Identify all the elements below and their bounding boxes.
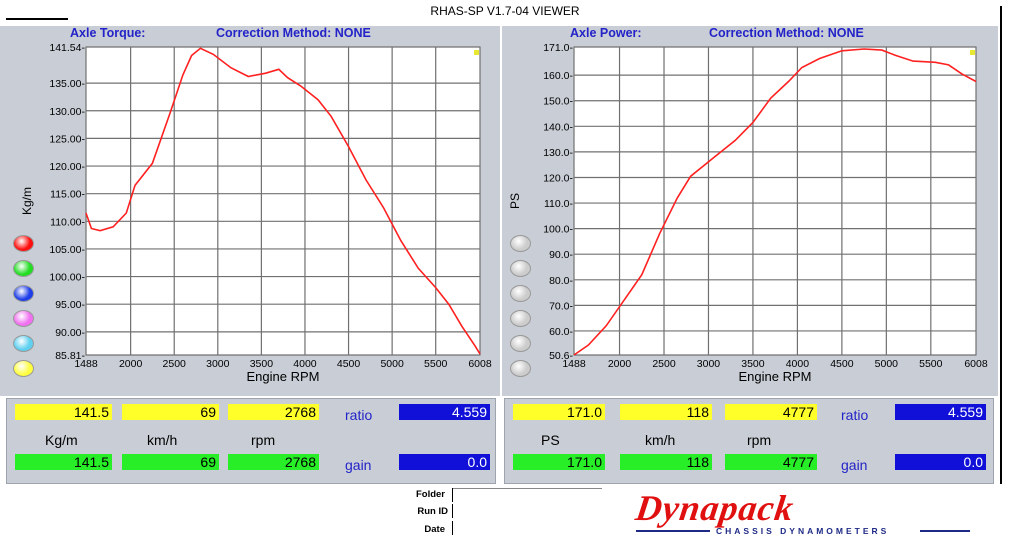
torque-series-toggle[interactable] (13, 260, 34, 277)
torque-series-toggle[interactable] (13, 360, 34, 377)
power-series-toggle[interactable] (510, 360, 531, 377)
rpm-value-bottom: 2768 (228, 454, 319, 470)
power-value-bottom: 171.0 (513, 454, 605, 470)
power-y-tick-label: 130.0- (543, 147, 573, 159)
speed-unit-label: km/h (147, 432, 178, 448)
date-field (452, 521, 453, 535)
rpm-value-top: 2768 (228, 404, 319, 420)
folder-field (452, 488, 453, 502)
power-series-toggle[interactable] (510, 260, 531, 277)
torque-series-toggle[interactable] (13, 335, 34, 352)
power-corner-marker (970, 50, 975, 55)
metadata-rule (452, 488, 602, 489)
power-series-toggle[interactable] (510, 285, 531, 302)
power-gain-value: 0.0 (895, 454, 986, 470)
power-y-tick-label: 60.0- (549, 326, 573, 338)
power-ratio-value: 4.559 (895, 404, 986, 420)
power-series-toggle[interactable] (510, 235, 531, 252)
torque-series-toggle[interactable] (13, 235, 34, 252)
power-x-axis-label: Engine RPM (739, 369, 812, 384)
power-y-tick-label: 171.0- (543, 42, 573, 54)
power-y-axis-label: PS (508, 193, 522, 209)
power-speed-value-bottom: 118 (620, 454, 712, 470)
folder-label: Folder (415, 489, 445, 500)
power-y-tick-label: 110.0- (544, 198, 573, 210)
power-series-toggle[interactable] (510, 310, 531, 327)
power-x-tick-label: 5500 (919, 358, 943, 370)
ratio-label: ratio (345, 407, 373, 423)
gain-label: gain (345, 457, 372, 473)
power-readout-panel: 171.0 118 4777 ratio 4.559 PS km/h rpm 1… (504, 398, 994, 484)
power-y-tick-label: 160.0- (543, 70, 573, 82)
torque-readout-panel: 141.5 69 2768 ratio 4.559 Kg/m km/h rpm … (6, 398, 496, 484)
power-unit-label: PS (541, 432, 560, 448)
power-x-tick-label: 3000 (697, 358, 721, 370)
date-label: Date (424, 524, 445, 535)
speed-value-bottom: 69 (122, 454, 219, 470)
power-chart: 1488 2000 2500 3000 3500 4000 4500 5000 5500 6008… (508, 42, 988, 384)
power-y-tick-label: 120.0- (543, 172, 573, 184)
power-value-top: 171.0 (513, 404, 605, 420)
window-border (1000, 6, 1002, 484)
power-rpm-value-bottom: 4777 (725, 454, 817, 470)
power-y-tick-label: 150.0- (543, 96, 573, 108)
logo-stripe-right (920, 530, 970, 532)
logo-tagline: CHASSIS DYNAMOMETERS (716, 526, 890, 536)
power-x-tick-label: 5000 (875, 358, 899, 370)
ratio-value: 4.559 (399, 404, 490, 420)
gain-value: 0.0 (399, 454, 490, 470)
power-x-tick-label: 6008 (964, 358, 988, 370)
power-y-tick-label: 80.0- (549, 275, 573, 287)
power-y-tick-label: 100.0- (543, 224, 573, 236)
power-x-tick-label: 2500 (652, 358, 676, 370)
power-speed-unit-label: km/h (645, 432, 676, 448)
power-series-toggle[interactable] (510, 335, 531, 352)
power-y-tick-label: 90.0- (549, 249, 573, 261)
power-rpm-unit-label: rpm (747, 432, 772, 448)
power-ratio-label: ratio (841, 407, 869, 423)
power-speed-value-top: 118 (620, 404, 712, 420)
dynapack-logo: Dynapack (633, 488, 797, 528)
rpm-unit-label: rpm (251, 432, 276, 448)
torque-value-top: 141.5 (15, 404, 112, 420)
torque-series-toggle[interactable] (13, 310, 34, 327)
power-x-tick-label: 2000 (608, 358, 632, 370)
torque-value-bottom: 141.5 (15, 454, 112, 470)
torque-series-toggle[interactable] (13, 285, 34, 302)
power-y-tick-label: 50.6- (549, 350, 573, 362)
runid-label: Run ID (417, 506, 448, 517)
power-y-tick-label: 140.0- (543, 121, 573, 133)
speed-value-top: 69 (122, 404, 219, 420)
power-x-tick-label: 4500 (830, 358, 854, 370)
power-rpm-value-top: 4777 (725, 404, 817, 420)
power-gain-label: gain (841, 457, 868, 473)
torque-unit-label: Kg/m (45, 432, 78, 448)
runid-field (452, 504, 453, 518)
power-y-tick-label: 70.0- (549, 300, 573, 312)
logo-stripe-left (636, 530, 710, 532)
